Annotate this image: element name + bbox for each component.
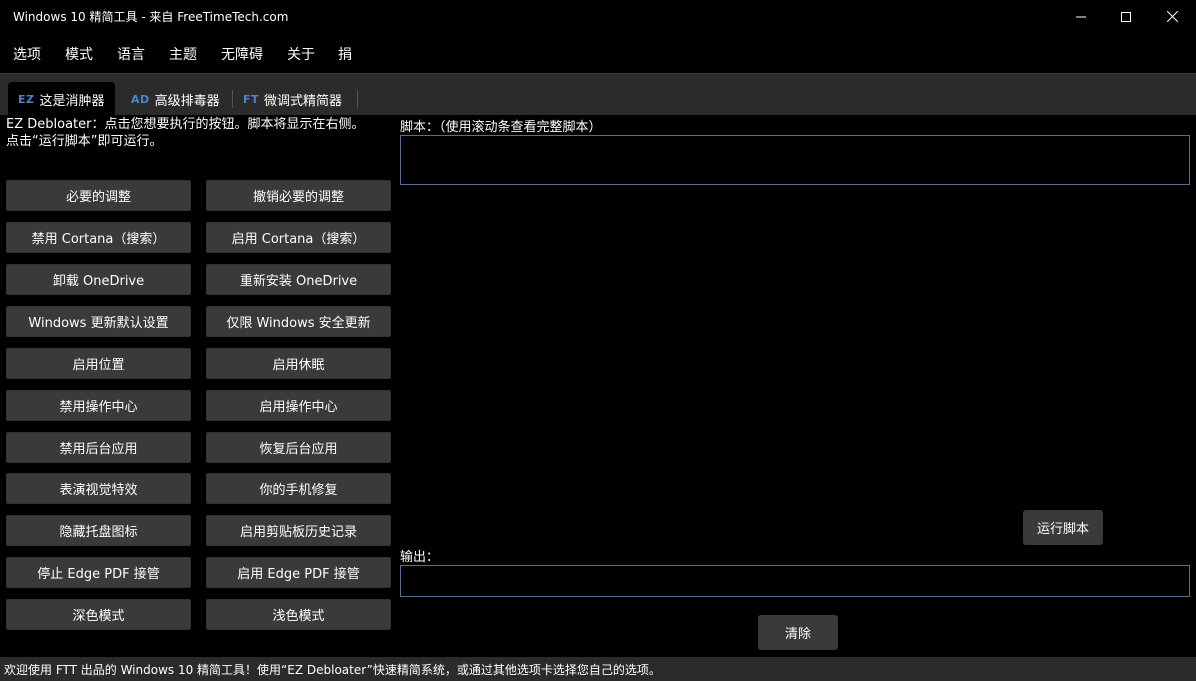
enable-hibernation-button[interactable]: 启用休眠 [206,348,391,379]
disable-action-center-button[interactable]: 禁用操作中心 [6,390,191,421]
enable-clipboard-history-button[interactable]: 启用剪贴板历史记录 [206,515,391,546]
disable-background-apps-button[interactable]: 禁用后台应用 [6,432,191,463]
status-text: 欢迎使用 FTT 出品的 Windows 10 精简工具！使用“EZ Deblo… [4,663,661,677]
close-icon [1166,11,1178,22]
undo-essential-tweaks-button[interactable]: 撤销必要的调整 [206,180,391,211]
tab-label: 微调式精简器 [264,93,343,109]
tab-divider [357,90,358,108]
enable-cortana-button[interactable]: 启用 Cortana（搜索） [206,222,391,253]
dark-mode-button[interactable]: 深色模式 [6,599,191,630]
tab-label: 高级排毒器 [154,93,220,109]
menu-donate[interactable]: 捐 [338,44,352,64]
script-label: 脚本：（使用滚动条查看完整脚本） [400,120,602,135]
tab-ez-debloater[interactable]: EZ 这是消肿器 [8,82,115,116]
tab-badge: AD [131,92,150,106]
menu-mode[interactable]: 模式 [65,44,93,64]
light-mode-button[interactable]: 浅色模式 [206,599,391,630]
tab-label: 这是消肿器 [39,93,105,109]
menu-bar: 选项 模式 语言 主题 无障碍 关于 捐 [0,36,1196,72]
uninstall-onedrive-button[interactable]: 卸载 OneDrive [6,264,191,295]
menu-options[interactable]: 选项 [13,44,41,64]
minimize-icon [1076,16,1086,17]
enable-location-button[interactable]: 启用位置 [6,348,191,379]
close-button[interactable] [1149,0,1195,33]
maximize-icon [1121,11,1131,22]
restore-background-apps-button[interactable]: 恢复后台应用 [206,432,391,463]
tab-badge: EZ [18,92,35,106]
script-textbox[interactable] [400,135,1190,185]
clear-button[interactable]: 清除 [758,615,838,650]
performance-visual-fx-button[interactable]: 表演视觉特效 [6,473,191,504]
output-label: 输出： [400,550,440,565]
menu-accessibility[interactable]: 无障碍 [221,44,263,64]
tab-fine-tune[interactable]: FT 微调式精简器 [233,82,352,116]
reinstall-onedrive-button[interactable]: 重新安装 OneDrive [206,264,391,295]
enable-action-center-button[interactable]: 启用操作中心 [206,390,391,421]
tab-advanced-detox[interactable]: AD 高级排毒器 [121,82,230,116]
menu-theme[interactable]: 主题 [169,44,197,64]
intro-line: EZ Debloater：点击您想要执行的按钮。脚本将显示在右侧。 [6,117,365,132]
your-phone-fix-button[interactable]: 你的手机修复 [206,473,391,504]
output-textbox[interactable] [400,565,1190,597]
hide-tray-icons-button[interactable]: 隐藏托盘图标 [6,515,191,546]
minimize-button[interactable] [1058,0,1104,33]
enable-edge-pdf-button[interactable]: 启用 Edge PDF 接管 [206,557,391,588]
windows-security-updates-only-button[interactable]: 仅限 Windows 安全更新 [206,306,391,337]
intro-line: 点击“运行脚本”即可运行。 [6,134,163,149]
tab-badge: FT [243,92,260,106]
menu-language[interactable]: 语言 [117,44,145,64]
disable-cortana-button[interactable]: 禁用 Cortana（搜索） [6,222,191,253]
menu-about[interactable]: 关于 [287,44,315,64]
windows-update-default-button[interactable]: Windows 更新默认设置 [6,306,191,337]
intro-text: EZ Debloater：点击您想要执行的按钮。脚本将显示在右侧。 点击“运行脚… [6,116,391,150]
maximize-button[interactable] [1103,0,1149,33]
essential-tweaks-button[interactable]: 必要的调整 [6,180,191,211]
stop-edge-pdf-button[interactable]: 停止 Edge PDF 接管 [6,557,191,588]
status-bar: 欢迎使用 FTT 出品的 Windows 10 精简工具！使用“EZ Deblo… [0,657,1196,681]
tab-strip: EZ 这是消肿器 AD 高级排毒器 FT 微调式精简器 [0,73,1196,116]
title-bar: Windows 10 精简工具 - 来自 FreeTimeTech.com [0,0,1196,33]
window-title: Windows 10 精简工具 - 来自 FreeTimeTech.com [13,10,289,24]
run-script-button[interactable]: 运行脚本 [1023,510,1103,545]
